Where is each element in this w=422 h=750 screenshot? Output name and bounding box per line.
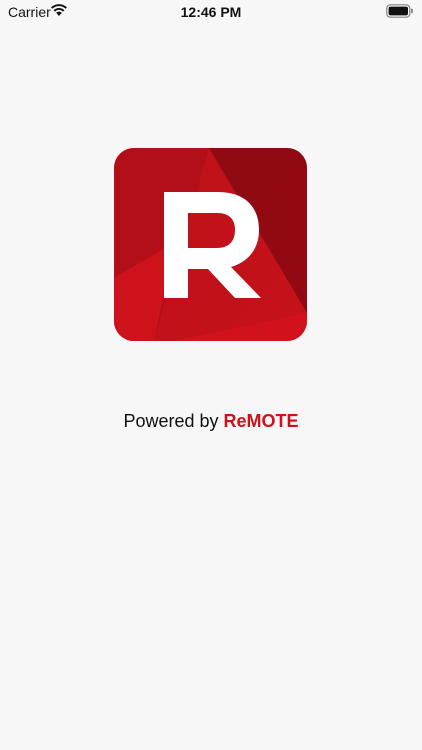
splash-screen: Carrier 12:46 PM Powered by ReMOTE — [0, 0, 422, 750]
powered-by-text: Powered by ReMOTE — [0, 411, 422, 432]
status-bar: Carrier 12:46 PM — [0, 0, 422, 24]
brand-name: ReMOTE — [223, 411, 299, 431]
remote-logo — [114, 148, 307, 341]
clock: 12:46 PM — [180, 4, 242, 20]
battery-icon — [386, 4, 413, 18]
powered-by-prefix: Powered by — [123, 411, 219, 431]
